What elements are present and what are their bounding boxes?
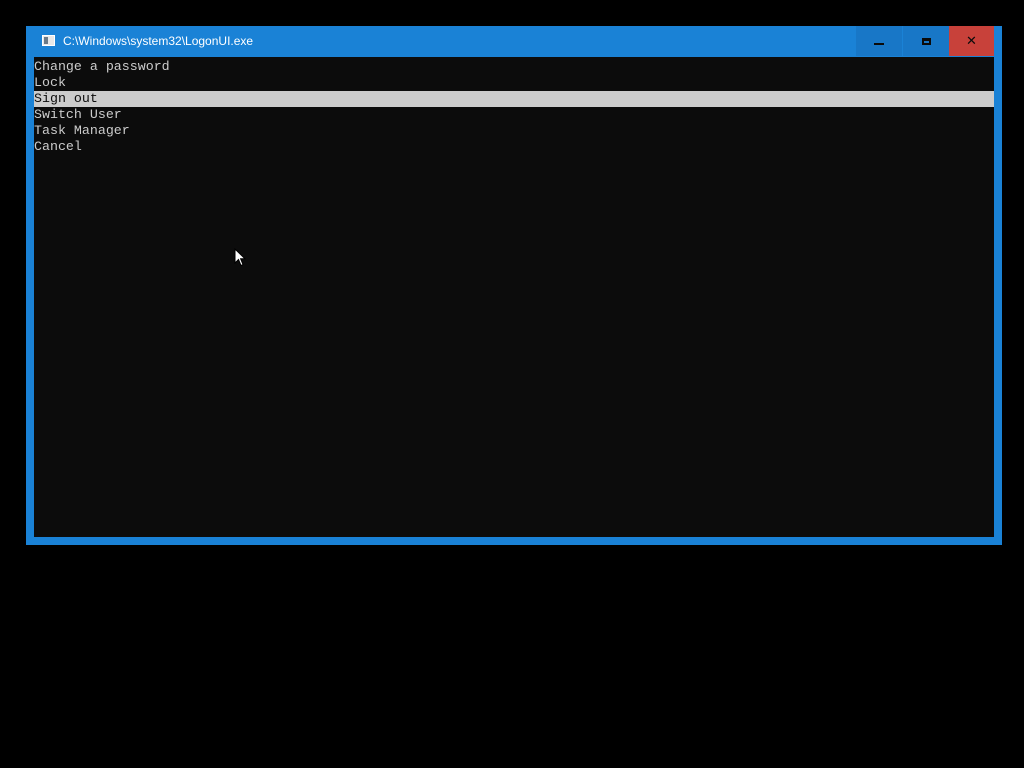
- mouse-pointer-icon: [234, 248, 246, 267]
- close-icon: ✕: [966, 33, 977, 49]
- menu-item-task-manager[interactable]: Task Manager: [34, 123, 994, 139]
- close-button[interactable]: ✕: [949, 26, 994, 56]
- menu-item-switch-user[interactable]: Switch User: [34, 107, 994, 123]
- window-title: C:\Windows\system32\LogonUI.exe: [63, 34, 254, 48]
- title-bar[interactable]: C:\Windows\system32\LogonUI.exe ✕: [26, 26, 1002, 57]
- maximize-icon: [921, 37, 931, 45]
- menu-item-change-password[interactable]: Change a password: [34, 59, 994, 75]
- minimize-button[interactable]: [856, 26, 902, 56]
- menu-item-lock[interactable]: Lock: [34, 75, 994, 91]
- maximize-button[interactable]: [903, 26, 949, 56]
- menu-item-cancel[interactable]: Cancel: [34, 139, 994, 155]
- menu-item-sign-out[interactable]: Sign out: [34, 91, 994, 107]
- console-app-icon: [42, 35, 55, 46]
- logonui-window: C:\Windows\system32\LogonUI.exe ✕ Change…: [26, 26, 1002, 545]
- minimize-icon: [874, 43, 884, 45]
- console-area: Change a password Lock Sign out Switch U…: [34, 57, 994, 537]
